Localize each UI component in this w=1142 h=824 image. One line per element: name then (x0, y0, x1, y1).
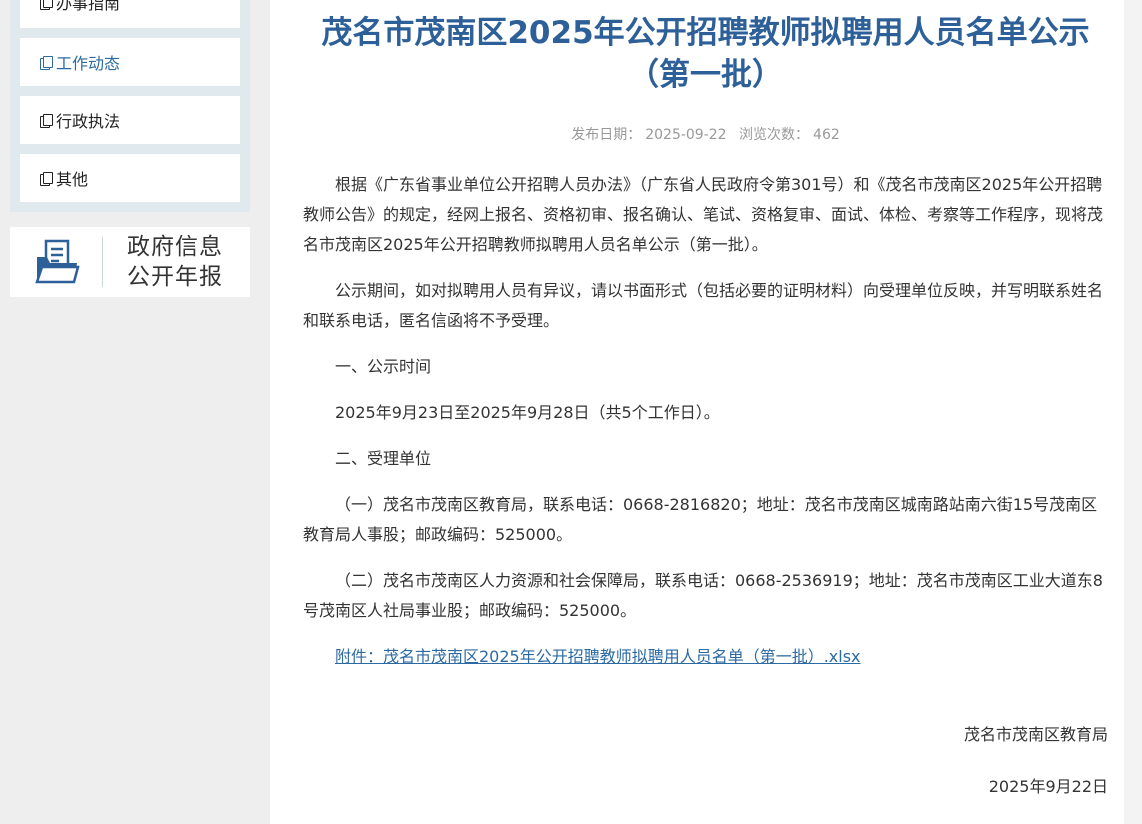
article-title: 茂名市茂南区2025年公开招聘教师拟聘用人员名单公示（第一批） (321, 15, 1090, 93)
publish-date: 发布日期： 2025-09-22 (571, 127, 727, 143)
sidebar-item-label: 其他 (56, 170, 89, 189)
signature-date: 2025年9月22日 (988, 777, 1108, 796)
paragraph: 2025年9月23日至2025年9月28日（共5个工作日）。 (335, 403, 720, 422)
annual-report-link[interactable]: 政府信息 公开年报 (10, 227, 250, 297)
paragraph: （一）茂名市茂南区教育局，联系电话：0668-2816820；地址：茂名市茂南区… (303, 495, 1098, 544)
annual-report-label: 政府信息 公开年报 (127, 234, 223, 290)
signature: 茂名市茂南区教育局 2025年9月22日 (303, 720, 1108, 802)
sidebar-item-label: 工作动态 (56, 54, 121, 73)
divider (102, 237, 103, 287)
sidebar-item-label: 办事指南 (56, 0, 121, 13)
paragraph: （二）茂名市茂南区人力资源和社会保障局，联系电话：0668-2536919；地址… (303, 571, 1103, 620)
attachment-paragraph: 附件：茂名市茂南区2025年公开招聘教师拟聘用人员名单（第一批）.xlsx (303, 642, 1108, 672)
document-icon (40, 113, 53, 128)
article-body: 根据《广东省事业单位公开招聘人员办法》（广东省人民政府令第301号）和《茂名市茂… (303, 170, 1108, 672)
sidebar: 办事指南 工作动态 行政执法 其他 政府信息 公开年报 (10, 0, 250, 297)
document-icon (40, 55, 53, 70)
section-heading: 二、受理单位 (335, 449, 432, 468)
scrollbar[interactable] (1124, 0, 1142, 824)
article-meta: 发布日期： 2025-09-22 浏览次数： 462 (303, 124, 1108, 144)
document-icon (40, 0, 53, 10)
article: 茂名市茂南区2025年公开招聘教师拟聘用人员名单公示（第一批） 发布日期： 202… (270, 0, 1124, 824)
sidebar-item-guide[interactable]: 办事指南 (20, 0, 240, 28)
sidebar-item-law-enforcement[interactable]: 行政执法 (20, 96, 240, 144)
document-icon (40, 171, 53, 186)
section-heading: 一、公示时间 (335, 357, 432, 376)
folder-document-icon (22, 239, 92, 285)
sidebar-item-other[interactable]: 其他 (20, 154, 240, 202)
sidebar-item-work-news[interactable]: 工作动态 (20, 38, 240, 86)
sidebar-item-label: 行政执法 (56, 112, 121, 131)
view-count: 浏览次数： 462 (739, 127, 840, 143)
signature-org: 茂名市茂南区教育局 (963, 725, 1108, 744)
attachment-link[interactable]: 附件：茂名市茂南区2025年公开招聘教师拟聘用人员名单（第一批）.xlsx (335, 647, 861, 666)
paragraph: 根据《广东省事业单位公开招聘人员办法》（广东省人民政府令第301号）和《茂名市茂… (303, 175, 1104, 254)
sidebar-nav: 办事指南 工作动态 行政执法 其他 (10, 0, 250, 212)
paragraph: 公示期间，如对拟聘用人员有异议，请以书面形式（包括必要的证明材料）向受理单位反映… (303, 281, 1104, 330)
